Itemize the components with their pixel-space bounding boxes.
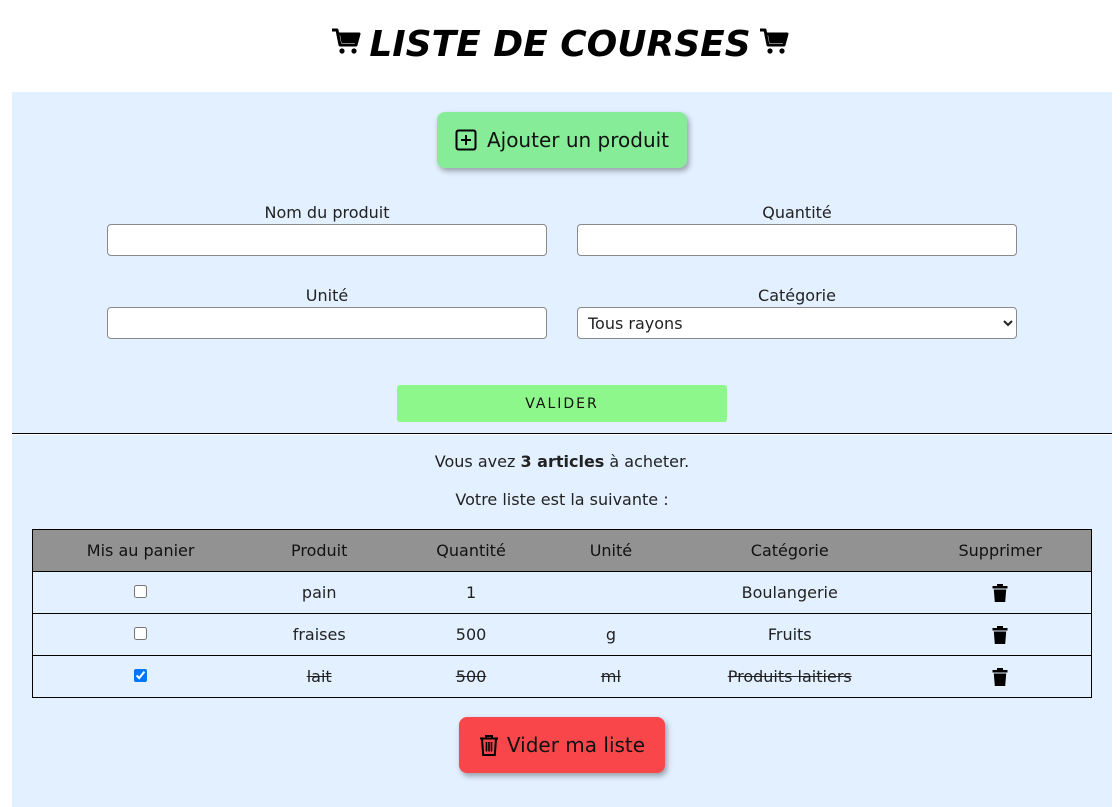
in-cart-checkbox[interactable] <box>134 585 148 598</box>
items-summary: Vous avez 3 articles à acheter. <box>12 452 1112 471</box>
trash-icon[interactable] <box>992 668 1008 687</box>
category-cell: Produits laitiers <box>669 655 910 698</box>
quantity-cell: 500 <box>390 655 552 698</box>
add-product-panel: Ajouter un produit Nom du produit Quanti… <box>12 92 1112 434</box>
unit-input[interactable] <box>107 307 547 339</box>
shopping-list-table: Mis au panier Produit Quantité Unité Cat… <box>32 529 1092 698</box>
category-cell: Fruits <box>669 613 910 656</box>
trash-outline-icon <box>479 735 498 756</box>
product-name-label: Nom du produit <box>264 203 390 222</box>
product-cell: fraises <box>248 613 391 656</box>
plus-square-icon <box>455 129 477 151</box>
unit-group: Unité <box>107 285 547 339</box>
in-cart-cell <box>32 613 249 656</box>
clear-list-button[interactable]: Vider ma liste <box>459 717 665 773</box>
category-select[interactable]: Tous rayons <box>577 307 1017 339</box>
table-header-row: Mis au panier Produit Quantité Unité Cat… <box>32 529 1092 572</box>
quantity-label: Quantité <box>762 203 832 222</box>
cart-icon <box>759 28 789 54</box>
unit-cell <box>551 571 670 614</box>
table-row: fraises 500 g Fruits <box>32 613 1092 656</box>
category-label: Catégorie <box>758 286 836 305</box>
trash-icon[interactable] <box>992 626 1008 645</box>
page-title-text: LISTE DE COURSES <box>369 24 751 65</box>
quantity-input[interactable] <box>577 224 1017 256</box>
unit-label: Unité <box>305 286 349 305</box>
page-title: LISTE DE COURSES <box>0 18 1120 71</box>
unit-cell: g <box>551 613 670 656</box>
category-cell: Boulangerie <box>669 571 910 614</box>
table-row: lait 500 ml Produits laitiers <box>32 655 1092 698</box>
in-cart-cell <box>32 571 249 614</box>
delete-cell <box>909 655 1092 698</box>
shopping-list-panel: Vous avez 3 articles à acheter. Votre li… <box>12 435 1112 807</box>
in-cart-checkbox[interactable] <box>134 627 148 640</box>
cart-icon <box>332 28 361 54</box>
app-header: LISTE DE COURSES <box>0 0 1120 92</box>
header-unit: Unité <box>551 529 670 572</box>
clear-list-button-label: Vider ma liste <box>506 733 646 757</box>
header-category: Catégorie <box>669 529 910 572</box>
product-name-group: Nom du produit <box>107 202 547 256</box>
header-product: Produit <box>248 529 391 572</box>
product-cell: lait <box>248 655 391 698</box>
category-group: Catégorie Tous rayons <box>577 285 1017 339</box>
items-count: 3 articles <box>520 452 605 471</box>
table-row: pain 1 Boulangerie <box>32 571 1092 614</box>
summary-prefix: Vous avez <box>434 452 521 471</box>
add-product-button-label: Ajouter un produit <box>486 128 670 152</box>
in-cart-checkbox[interactable] <box>134 669 148 682</box>
quantity-cell: 500 <box>390 613 552 656</box>
quantity-cell: 1 <box>390 571 552 614</box>
quantity-group: Quantité <box>577 202 1017 256</box>
header-quantity: Quantité <box>390 529 552 572</box>
in-cart-cell <box>32 655 249 698</box>
delete-cell <box>909 571 1092 614</box>
unit-cell: ml <box>551 655 670 698</box>
summary-suffix: à acheter. <box>604 452 690 471</box>
product-cell: pain <box>248 571 391 614</box>
header-in-cart: Mis au panier <box>32 529 249 572</box>
add-product-button[interactable]: Ajouter un produit <box>437 112 687 168</box>
delete-cell <box>909 613 1092 656</box>
product-name-input[interactable] <box>107 224 547 256</box>
table-body: pain 1 Boulangerie fraises 500 g Fruits <box>32 571 1092 698</box>
submit-button[interactable]: VALIDER <box>397 385 727 422</box>
header-delete: Supprimer <box>909 529 1092 572</box>
trash-icon[interactable] <box>992 584 1008 603</box>
list-subtitle: Votre liste est la suivante : <box>455 490 669 509</box>
